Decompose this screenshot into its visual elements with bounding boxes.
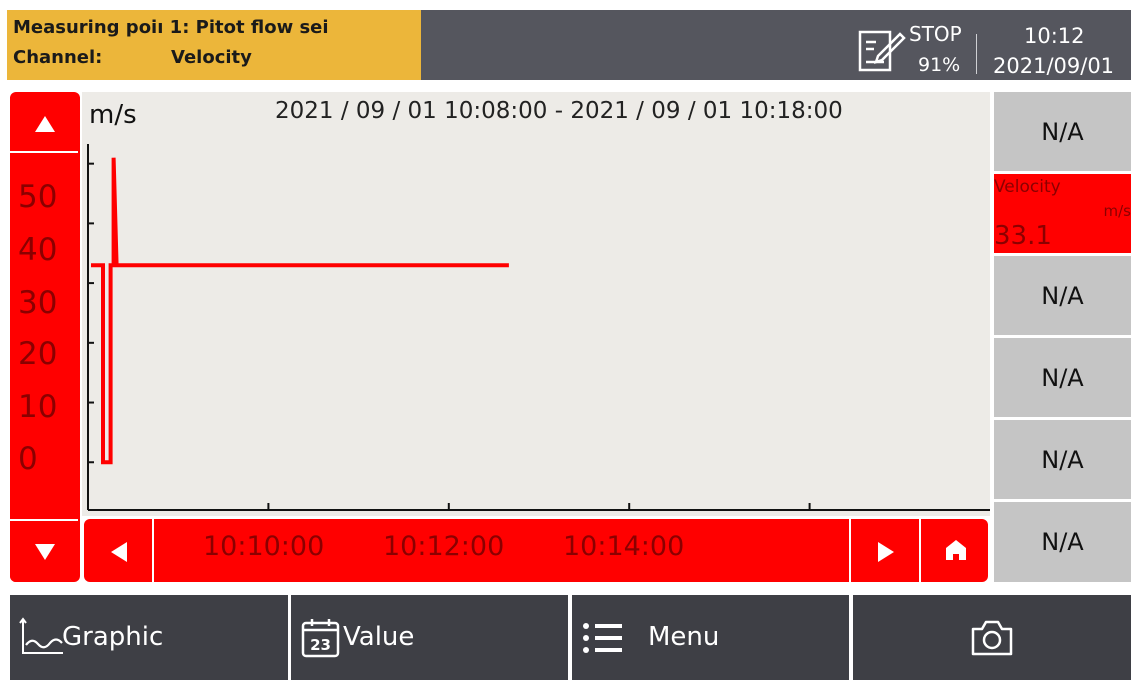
menu-label: Menu	[648, 622, 720, 652]
time-range-title: 2021 / 09 / 01 10:08:00 - 2021 / 09 / 01…	[275, 98, 843, 124]
y-tick-label: 10	[18, 389, 58, 425]
arrow-up-icon	[35, 116, 55, 132]
time-tick-label: 10:10:00	[203, 531, 325, 562]
time-tick-label: 10:12:00	[383, 531, 505, 562]
channel-slot-velocity[interactable]: Velocity m/s 33.1	[994, 174, 1131, 253]
menu-button[interactable]: Menu	[572, 595, 849, 680]
clock-time: 10:12	[1024, 24, 1085, 48]
memory-usage: 91%	[918, 54, 961, 76]
graphic-button[interactable]: Graphic	[10, 595, 288, 680]
camera-icon	[971, 620, 1013, 656]
channel-slot-4[interactable]: N/A	[994, 338, 1131, 417]
scroll-left-button[interactable]	[84, 519, 154, 582]
channel-slot-5[interactable]: N/A	[994, 420, 1131, 499]
arrow-left-icon	[111, 542, 127, 562]
trend-chart	[87, 144, 990, 511]
slot-value: N/A	[1041, 445, 1084, 474]
slot-channel-value: 33.1	[994, 221, 1052, 251]
value-button[interactable]: 23 Value	[291, 595, 568, 680]
y-axis-unit: m/s	[89, 100, 137, 130]
slot-channel-unit: m/s	[1103, 202, 1131, 220]
home-icon	[946, 540, 966, 560]
divider	[976, 34, 977, 74]
calendar-icon: 23	[301, 619, 340, 658]
record-icon[interactable]	[858, 26, 906, 78]
y-tick-label: 40	[18, 232, 58, 268]
velocity-series-line	[91, 157, 509, 465]
y-tick-label: 0	[18, 441, 38, 477]
y-tick-label: 20	[18, 336, 58, 372]
slot-value: N/A	[1041, 528, 1084, 556]
status-bar: STOP 91% 10:12 2021/09/01	[421, 10, 1131, 80]
screenshot-button[interactable]	[853, 595, 1131, 680]
slot-value: N/A	[1041, 363, 1084, 392]
home-button[interactable]	[919, 519, 988, 582]
channel-slot-1[interactable]: N/A	[994, 92, 1131, 171]
channel-slot-3[interactable]: N/A	[994, 256, 1131, 335]
channel-slot-6[interactable]: N/A	[994, 502, 1131, 582]
arrow-right-icon	[878, 542, 894, 562]
y-tick-label: 50	[18, 179, 58, 215]
slot-value: N/A	[1041, 117, 1084, 146]
value-label: Value	[343, 622, 415, 652]
measuring-point-label: Measuring poiı 1: Pitot flow sei	[13, 17, 329, 38]
scroll-down-button[interactable]	[10, 519, 78, 582]
calendar-icon-text: 23	[310, 636, 331, 654]
time-tick-label: 10:14:00	[563, 531, 685, 562]
measurement-info-panel: Measuring poiı 1: Pitot flow sei Channel…	[7, 10, 421, 80]
slot-channel-name: Velocity	[994, 177, 1061, 197]
channel-value: Velocity	[171, 47, 252, 68]
clock-date: 2021/09/01	[993, 54, 1115, 78]
slot-value: N/A	[1041, 281, 1084, 310]
arrow-down-icon	[35, 544, 55, 560]
y-tick-label: 30	[18, 285, 58, 321]
scroll-right-button[interactable]	[849, 519, 919, 582]
graphic-icon	[19, 617, 63, 654]
record-status: STOP	[909, 22, 962, 46]
channel-label: Channel:	[13, 47, 103, 68]
menu-icon	[583, 623, 622, 653]
scroll-up-button[interactable]	[10, 93, 78, 153]
graphic-label: Graphic	[62, 622, 164, 652]
